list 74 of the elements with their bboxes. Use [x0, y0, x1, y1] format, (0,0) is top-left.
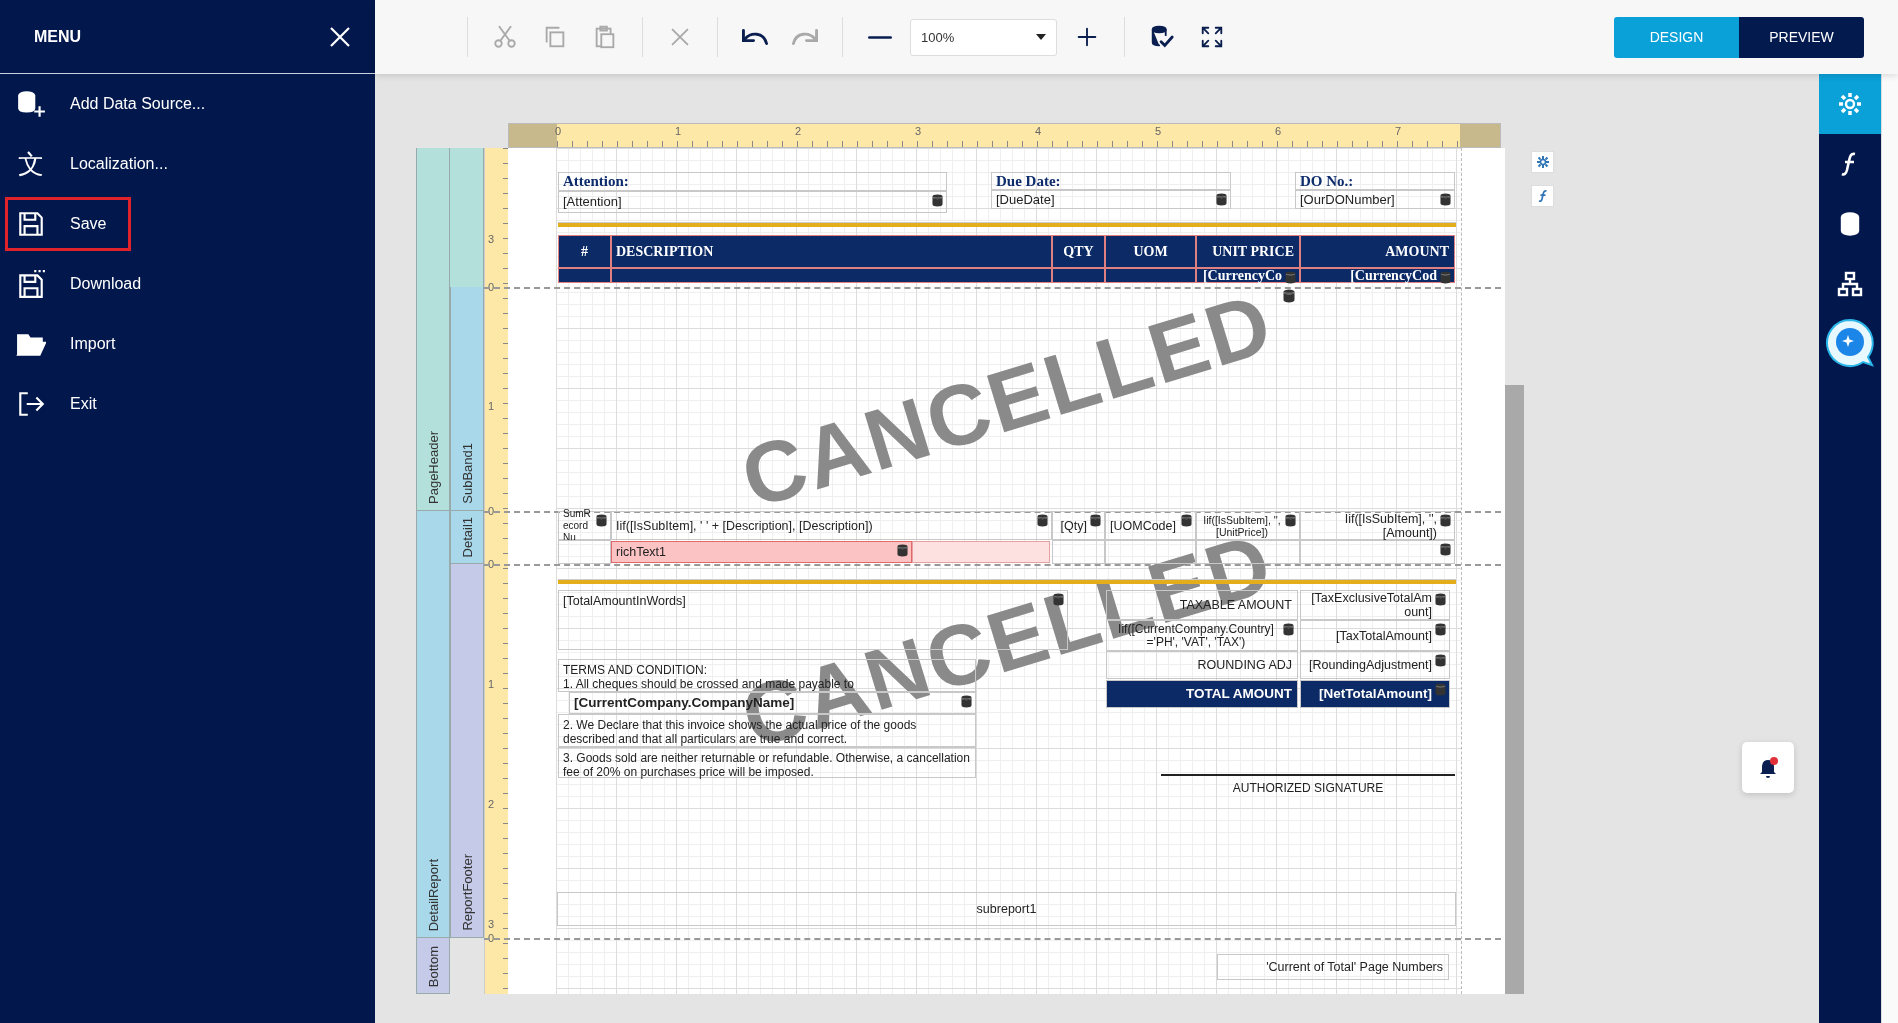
settings-icon	[1535, 155, 1550, 169]
ruler-number: 3	[488, 233, 495, 245]
floppy-icon	[16, 269, 46, 299]
ruler-number: 6	[1275, 125, 1282, 137]
control-text: [TaxTotalAmount]	[1336, 628, 1432, 643]
minus-icon	[868, 34, 892, 40]
control-text: #	[581, 243, 588, 260]
scrollbar[interactable]	[1881, 74, 1898, 1023]
translate-icon: 文	[16, 149, 46, 179]
mode-tab[interactable]: PREVIEW	[1739, 16, 1864, 58]
control-text: AUTHORIZED SIGNATURE	[1232, 781, 1384, 795]
database-icon	[1283, 289, 1295, 303]
database-add-icon	[16, 89, 46, 119]
control-text: [RoundingAdjustment]	[1309, 658, 1432, 672]
band-label[interactable]: Detail1	[450, 511, 484, 564]
menu-item[interactable]: Save	[5, 197, 132, 251]
caret-icon	[1036, 34, 1046, 40]
band-label[interactable]: ReportFooter	[450, 564, 484, 938]
settings-button[interactable]	[1531, 151, 1554, 173]
zoom-dropdown[interactable]: 100%	[910, 18, 1057, 56]
control-text: UNIT PRICE	[1212, 243, 1294, 260]
exit-icon	[16, 389, 46, 419]
fullscreen-icon	[1199, 24, 1225, 50]
control-text: [TaxExclusiveTotalAmount]	[1310, 591, 1432, 619]
band-label[interactable]: Bottom	[416, 938, 450, 994]
ruler-number: 1	[488, 678, 495, 690]
notification-button[interactable]	[1742, 742, 1794, 793]
scrollbar[interactable]	[1505, 385, 1524, 994]
menu-item[interactable]: Import	[5, 317, 141, 371]
control-text: [OurDONumber]	[1300, 192, 1395, 207]
control-text: [CurrencyCod	[1350, 267, 1437, 284]
function-button[interactable]	[1531, 185, 1554, 207]
ruler-number: 7	[1395, 125, 1402, 137]
redo-icon	[792, 29, 818, 45]
settings-icon	[1836, 90, 1864, 118]
control-text: DESCRIPTION	[616, 243, 714, 260]
undo-icon	[742, 29, 768, 45]
band-label[interactable]: DetailReport	[416, 511, 450, 938]
control-text: UOM	[1133, 243, 1168, 260]
band-label[interactable]: PageHeader	[416, 148, 450, 511]
menu-item[interactable]: Download	[5, 257, 167, 311]
ruler-number: 4	[1035, 125, 1042, 137]
control-text: AMOUNT	[1385, 243, 1449, 260]
menu-title: MENU	[34, 27, 82, 46]
database-check-icon	[1149, 24, 1175, 50]
ruler-number: 2	[795, 125, 802, 137]
menu-item[interactable]: 文 Localization...	[5, 137, 193, 191]
ruler-number: 1	[488, 400, 495, 412]
band-label[interactable]: SubBand1	[450, 287, 484, 511]
control-text: [NetTotalAmount]	[1319, 687, 1432, 701]
control-text: subreport1	[976, 902, 1037, 916]
save-icon	[16, 209, 46, 239]
ruler-margin	[1460, 124, 1500, 147]
control-text: QTY	[1063, 243, 1094, 260]
scissors-icon	[492, 24, 518, 50]
menu-item[interactable]: Add Data Source...	[5, 77, 231, 131]
control-text: [Attention]	[563, 195, 622, 209]
control-text: 'Current of Total' Page Numbers	[1266, 960, 1443, 974]
control-text: DO No.:	[1300, 172, 1354, 190]
ruler-number: 3	[488, 918, 495, 930]
hierarchy-icon	[1836, 270, 1864, 298]
control-text: [DueDate]	[996, 192, 1055, 207]
ruler-number: 5	[1155, 125, 1162, 137]
ruler-number: 1	[675, 125, 682, 137]
ruler-number: 0	[555, 125, 562, 137]
control-text: Iif([IsSubItem], '', [Amount])	[1343, 511, 1437, 540]
chat-bubble-icon	[1824, 318, 1876, 370]
control-text: [CurrencyCo	[1202, 267, 1282, 284]
ruler-margin	[509, 124, 557, 147]
ruler-number: 3	[915, 125, 922, 137]
control-text: Due Date:	[996, 172, 1061, 190]
control-text: Attention:	[563, 173, 629, 190]
menu-item[interactable]: Exit	[5, 377, 122, 431]
ruler-number: 2	[488, 798, 495, 810]
